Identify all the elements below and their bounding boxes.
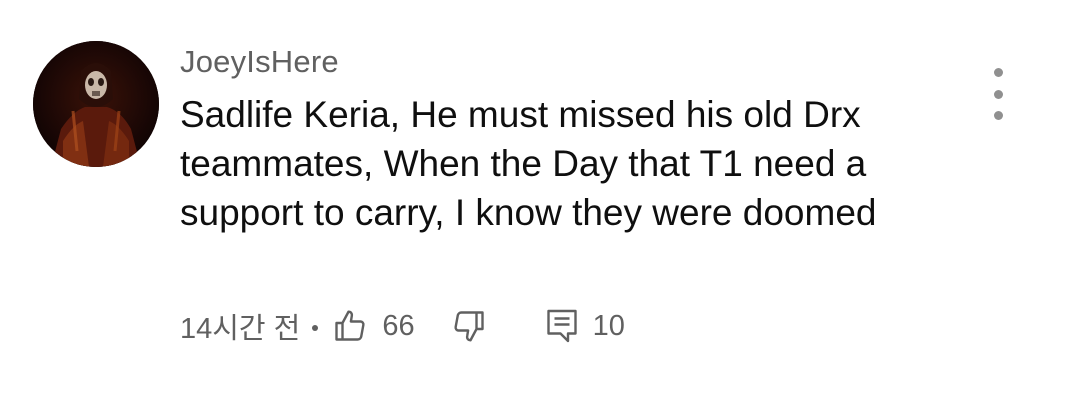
more-options-button[interactable] bbox=[982, 68, 1014, 120]
comment-actions: 14시간 전 66 10 bbox=[180, 302, 625, 350]
thumbs-down-icon bbox=[454, 311, 484, 342]
comment-icon bbox=[546, 309, 577, 343]
reply-button[interactable] bbox=[545, 308, 579, 344]
dislike-button[interactable] bbox=[451, 308, 487, 344]
more-vertical-icon bbox=[993, 68, 1003, 77]
separator-dot bbox=[312, 325, 319, 331]
reply-count: 10 bbox=[592, 309, 625, 342]
like-button[interactable] bbox=[332, 308, 368, 344]
avatar-image bbox=[33, 41, 159, 167]
comment-body: JoeyIsHere Sadlife Keria, He must missed… bbox=[180, 40, 960, 237]
reply-group: 10 bbox=[545, 308, 625, 344]
avatar[interactable] bbox=[33, 41, 159, 167]
thumbs-up-icon bbox=[335, 310, 365, 341]
comment-time: 14시간 전 bbox=[180, 313, 301, 345]
comment-item: JoeyIsHere Sadlife Keria, He must missed… bbox=[0, 0, 1080, 401]
like-count: 66 bbox=[382, 309, 415, 342]
comment-text: Sadlife Keria, He must missed his old Dr… bbox=[180, 94, 877, 233]
comment-author[interactable]: JoeyIsHere bbox=[180, 40, 960, 84]
like-group: 66 bbox=[332, 308, 415, 344]
